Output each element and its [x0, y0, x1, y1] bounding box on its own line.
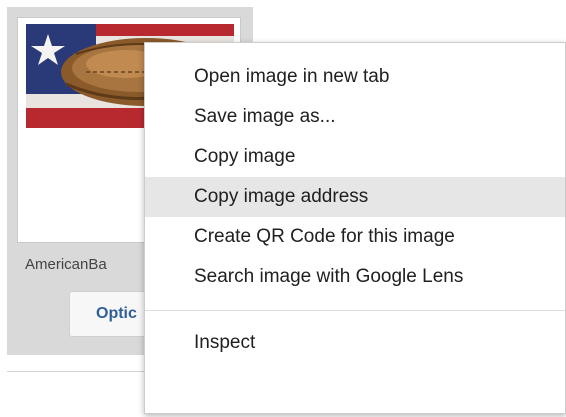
menu-separator: [145, 310, 565, 311]
divider: [7, 371, 167, 372]
context-menu: Open image in new tab Save image as... C…: [144, 42, 566, 414]
menu-item-save-image-as[interactable]: Save image as...: [145, 97, 565, 137]
menu-item-copy-image[interactable]: Copy image: [145, 137, 565, 177]
menu-item-copy-image-address[interactable]: Copy image address: [145, 177, 565, 217]
menu-item-inspect[interactable]: Inspect: [145, 323, 565, 363]
menu-item-open-image-new-tab[interactable]: Open image in new tab: [145, 57, 565, 97]
menu-item-create-qr-code[interactable]: Create QR Code for this image: [145, 217, 565, 257]
menu-item-search-google-lens[interactable]: Search image with Google Lens: [145, 257, 565, 297]
image-filename: AmericanBa: [25, 256, 107, 273]
